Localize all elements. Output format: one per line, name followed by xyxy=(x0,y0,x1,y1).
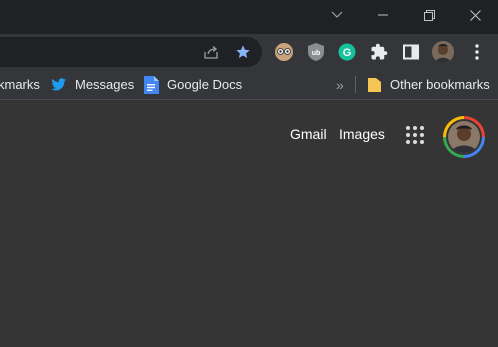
title-bar xyxy=(0,0,498,34)
profile-button[interactable] xyxy=(432,41,454,63)
minimize-icon xyxy=(378,14,388,16)
profile-avatar-icon xyxy=(432,41,454,63)
omnibox[interactable] xyxy=(0,37,262,67)
close-button[interactable] xyxy=(452,0,498,30)
grammarly-extension-button[interactable]: G xyxy=(336,41,358,63)
close-icon xyxy=(469,9,481,21)
apps-grid-button[interactable] xyxy=(405,125,425,145)
gmail-link[interactable]: Gmail xyxy=(290,126,327,142)
extensions-button[interactable] xyxy=(368,41,390,63)
svg-text:ub: ub xyxy=(312,50,321,57)
glasses-extension-button[interactable] xyxy=(273,41,295,63)
bookmarks-bar: kmarks Messages Google Docs » Other book… xyxy=(0,70,498,100)
browser-toolbar: ub G xyxy=(0,34,498,70)
minimize-button[interactable] xyxy=(360,0,406,30)
google-docs-icon xyxy=(143,75,159,94)
images-link[interactable]: Images xyxy=(339,126,385,142)
bookmark-item-google-docs[interactable]: Google Docs xyxy=(143,70,242,99)
restore-button[interactable] xyxy=(406,0,452,30)
bookmark-item-messages[interactable]: Messages xyxy=(51,70,134,99)
other-bookmarks-button[interactable]: Other bookmarks xyxy=(367,70,490,99)
apps-grid-icon xyxy=(405,125,425,145)
bookmarks-overflow-button[interactable]: » xyxy=(336,70,344,99)
bookmark-item-bookmarks[interactable]: kmarks xyxy=(0,70,40,99)
folder-icon xyxy=(367,77,382,93)
overflow-chevron-icon: » xyxy=(336,76,344,93)
share-button[interactable] xyxy=(203,44,219,60)
svg-text:G: G xyxy=(343,47,352,59)
chevron-down-icon xyxy=(331,11,343,18)
account-avatar xyxy=(448,121,480,153)
ublock-extension-button[interactable]: ub xyxy=(305,41,327,63)
bookmark-label: Messages xyxy=(75,77,135,92)
bookmark-star-button[interactable] xyxy=(235,44,251,60)
grammarly-extension-icon: G xyxy=(338,43,356,61)
extensions-puzzle-icon xyxy=(371,43,388,60)
restore-icon xyxy=(423,9,435,21)
side-panel-icon xyxy=(403,44,419,60)
ublock-extension-icon: ub xyxy=(308,43,324,61)
share-icon xyxy=(204,46,218,59)
account-avatar-button[interactable] xyxy=(443,116,485,158)
tab-search-button[interactable] xyxy=(314,0,360,30)
bookmark-label: kmarks xyxy=(0,77,40,92)
bookmarks-divider xyxy=(355,76,356,93)
chrome-menu-button[interactable] xyxy=(466,41,488,63)
side-panel-button[interactable] xyxy=(400,41,422,63)
menu-kebab-icon xyxy=(475,44,479,60)
bookmark-label: Other bookmarks xyxy=(390,77,490,92)
twitter-icon xyxy=(51,77,67,92)
bookmark-label: Google Docs xyxy=(167,77,243,92)
bookmark-star-icon xyxy=(236,45,250,58)
glasses-extension-icon xyxy=(275,43,293,61)
